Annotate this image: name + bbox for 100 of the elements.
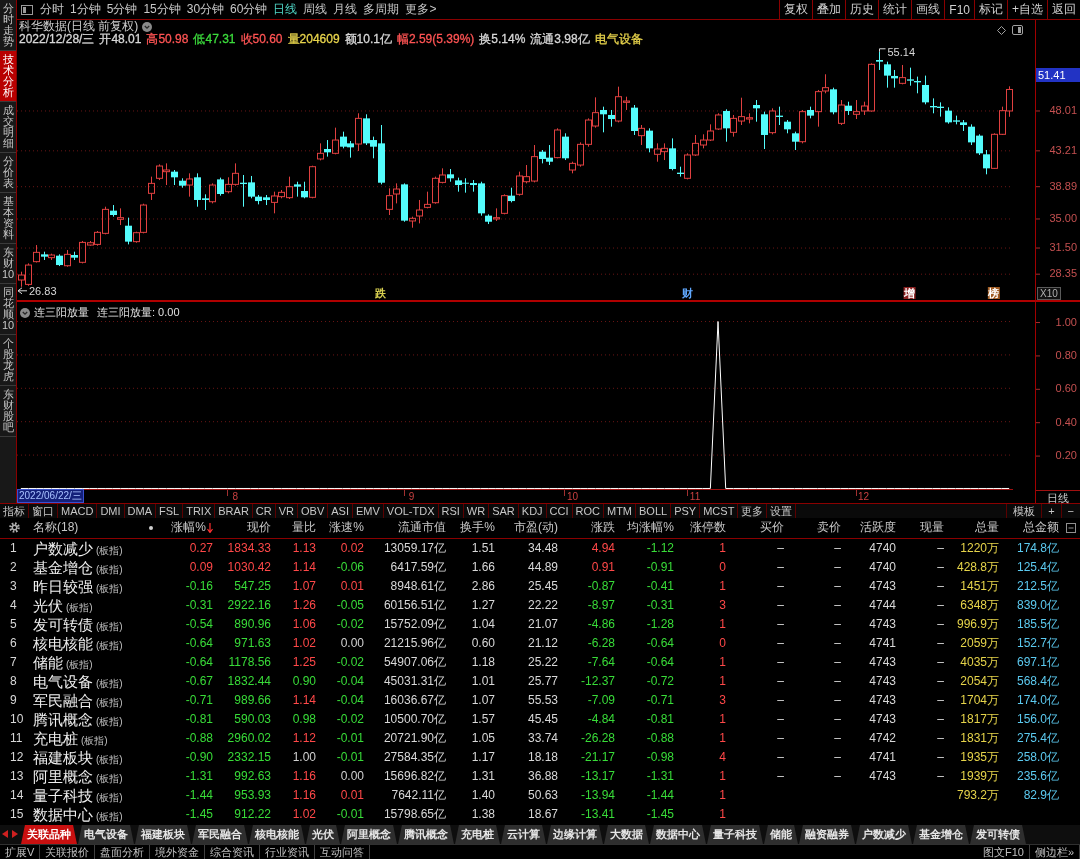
column-header[interactable]: 流通市值: [398, 519, 448, 537]
column-header[interactable]: 总量: [975, 519, 1001, 537]
indicator-tab[interactable]: VR: [275, 504, 298, 518]
panel-icon[interactable]: [1012, 25, 1023, 35]
sidebar-tab[interactable]: 成交明细: [0, 102, 16, 153]
sector-name[interactable]: 军民融合: [33, 690, 93, 710]
sidebar-tab[interactable]: 分价表: [0, 153, 16, 193]
period-tab[interactable]: 周线: [300, 0, 331, 19]
chevron-down-icon[interactable]: [142, 21, 153, 32]
event-marker[interactable]: 财: [681, 287, 693, 299]
indicator-tab[interactable]: CR: [252, 504, 276, 518]
sector-tab[interactable]: 基金增仓: [913, 824, 969, 845]
period-tab[interactable]: 5分钟: [103, 0, 141, 19]
indicator-tab[interactable]: OBV: [298, 504, 329, 518]
toolbar-button[interactable]: +: [1041, 504, 1061, 518]
column-header[interactable]: 现量: [920, 519, 946, 537]
indicator-tab[interactable]: RSI: [438, 504, 464, 518]
event-marker[interactable]: 跌: [375, 287, 387, 299]
toolbar-button[interactable]: 返回: [1047, 0, 1080, 19]
toolbar-button[interactable]: 历史: [845, 0, 879, 19]
indicator-tab[interactable]: DMA: [124, 504, 156, 518]
column-header[interactable]: 市盈(动): [514, 519, 560, 537]
sector-tab[interactable]: 量子科技: [707, 824, 763, 845]
status-tab[interactable]: 扩展V: [0, 845, 41, 859]
sector-tab[interactable]: 云计算: [501, 824, 546, 845]
toolbar-button[interactable]: +自选: [1007, 0, 1047, 19]
toolbar-button[interactable]: 统计: [878, 0, 912, 19]
sector-tab[interactable]: 储能: [764, 824, 798, 845]
sector-name[interactable]: 基金增仓: [33, 557, 93, 577]
column-header[interactable]: 量比: [292, 519, 318, 537]
status-tab[interactable]: 图文F10: [977, 845, 1030, 859]
toolbar-button[interactable]: F10: [944, 0, 974, 19]
sidebar-tab[interactable]: 个股龙虎: [0, 335, 16, 386]
toolbar-button[interactable]: −: [1060, 504, 1080, 518]
status-tab[interactable]: 互动问答: [315, 845, 371, 859]
sidebar-tab[interactable]: 基本资料: [0, 193, 16, 244]
sector-name[interactable]: 光伏: [33, 595, 63, 615]
period-tab[interactable]: 月线: [330, 0, 361, 19]
diamond-icon[interactable]: [997, 25, 1006, 35]
indicator-tab[interactable]: KDJ: [518, 504, 547, 518]
sector-name[interactable]: 电气设备: [33, 671, 93, 691]
period-tab[interactable]: 更多>: [402, 0, 440, 19]
column-header[interactable]: 活跃度: [860, 519, 898, 537]
indicator-tab[interactable]: ASI: [328, 504, 353, 518]
column-header[interactable]: 买价: [760, 519, 786, 537]
indicator-tab[interactable]: FSL: [156, 504, 184, 518]
indicator-tab[interactable]: 指标: [0, 504, 29, 518]
chevron-down-icon[interactable]: [20, 307, 30, 318]
indicator-tab[interactable]: PSY: [671, 504, 701, 518]
sidebar-tab[interactable]: 东财股吧: [0, 386, 16, 437]
status-tab[interactable]: 侧边栏»: [1029, 845, 1080, 859]
sector-name[interactable]: 户数减少: [33, 538, 93, 558]
column-header[interactable]: 换手%: [460, 519, 497, 537]
sector-tab[interactable]: 阿里概念: [341, 824, 397, 845]
column-header[interactable]: 卖价: [817, 519, 843, 537]
sector-name[interactable]: 储能: [33, 652, 63, 672]
indicator-tab[interactable]: TRIX: [183, 504, 216, 518]
indicator-tab[interactable]: ROC: [572, 504, 604, 518]
indicator-tab[interactable]: BOLL: [636, 504, 672, 518]
column-header[interactable]: 涨幅%: [171, 519, 215, 537]
sector-tab[interactable]: 福建板块: [135, 824, 191, 845]
period-tab[interactable]: 30分钟: [183, 0, 228, 19]
sector-name[interactable]: 发可转债: [33, 614, 93, 634]
column-header[interactable]: 均涨幅%: [627, 519, 676, 537]
indicator-tab[interactable]: CCI: [546, 504, 573, 518]
period-tab[interactable]: 分时: [37, 0, 67, 19]
sector-tab[interactable]: 腾讯概念: [398, 824, 454, 845]
sector-tab[interactable]: 核电核能: [249, 824, 305, 845]
sector-tab[interactable]: 关联品种: [21, 824, 77, 845]
status-tab[interactable]: 综合资讯: [205, 845, 261, 859]
period-tab[interactable]: 15分钟: [140, 0, 184, 19]
status-tab[interactable]: 盘面分析: [95, 845, 151, 859]
indicator-tab[interactable]: SAR: [489, 504, 519, 518]
column-header[interactable]: 总金额: [1023, 519, 1061, 537]
sector-tab[interactable]: 大数据: [604, 824, 649, 845]
sector-name[interactable]: 福建板块: [33, 747, 93, 767]
indicator-tab[interactable]: EMV: [352, 504, 384, 518]
indicator-tab[interactable]: WR: [463, 504, 490, 518]
column-header[interactable]: 现价: [247, 519, 273, 537]
sector-name[interactable]: 充电桩: [33, 728, 78, 748]
sector-tab[interactable]: 军民融合: [192, 824, 248, 845]
toolbar-button[interactable]: 画线: [911, 0, 945, 19]
indicator-tab[interactable]: 更多: [738, 504, 768, 518]
event-marker[interactable]: 增: [903, 287, 916, 299]
sector-tab[interactable]: 户数减少: [856, 824, 912, 845]
sector-tab[interactable]: 电气设备: [78, 824, 134, 845]
sector-name[interactable]: 数据中心: [33, 804, 93, 824]
toolbar-button[interactable]: 标记: [974, 0, 1007, 19]
period-tab[interactable]: 1分钟: [67, 0, 104, 19]
column-header[interactable]: 涨跌: [591, 519, 617, 537]
sector-tab[interactable]: 边缘计算: [547, 824, 603, 845]
period-tab[interactable]: 60分钟: [227, 0, 271, 19]
sector-name[interactable]: 腾讯概念: [33, 709, 93, 729]
indicator-tab[interactable]: 窗口: [29, 504, 58, 518]
sidebar-tab[interactable]: 技术分析: [0, 51, 16, 102]
sector-tab[interactable]: 发可转债: [970, 824, 1026, 845]
indicator-tab[interactable]: BRAR: [215, 504, 253, 518]
column-header[interactable]: 涨停数: [690, 519, 728, 537]
event-marker[interactable]: 榜: [987, 287, 1000, 299]
toolbar-button[interactable]: 复权: [779, 0, 813, 19]
